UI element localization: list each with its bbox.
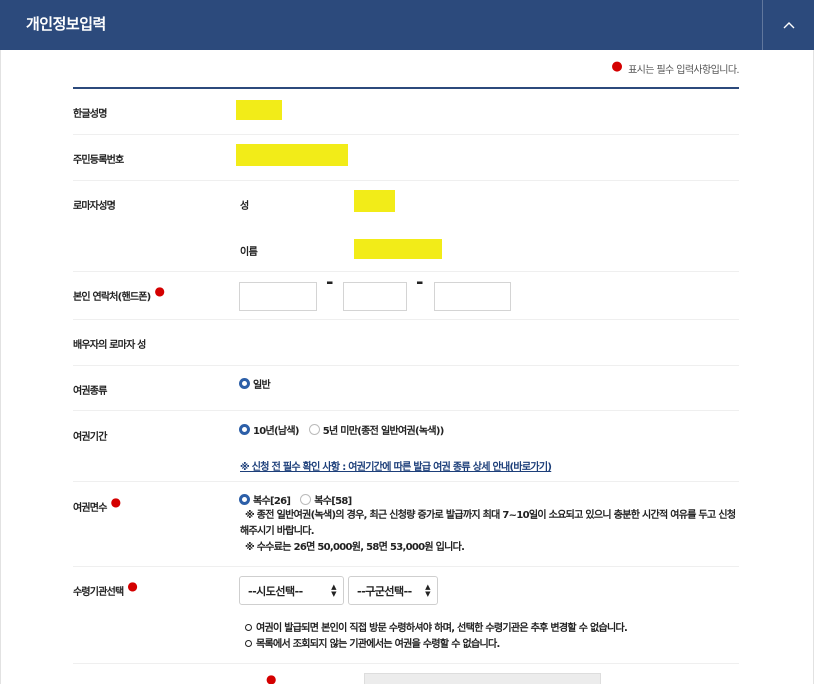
resident-number-label: 주민등록번호 [73, 155, 124, 166]
bullet-circle-icon [245, 624, 252, 631]
row-divider [73, 180, 739, 181]
given-name-label: 이름 [240, 247, 258, 258]
passport-pages-label: 여권면수 ● [73, 495, 121, 514]
passport-period-label: 여권기간 [73, 432, 107, 443]
row-divider [73, 271, 739, 272]
row-divider [73, 663, 739, 664]
required-dot-icon: ● [110, 495, 121, 509]
pages-note-1: ※ 종전 일반여권(녹색)의 경우, 최근 신청량 증가로 발급까지 최대 7~… [240, 510, 736, 537]
phone-part3-input[interactable] [434, 282, 511, 311]
chevron-up-icon [783, 22, 794, 29]
pages-note-2: ※ 수수료는 26면 50,000원, 58면 53,000원 입니다. [245, 542, 465, 553]
select-arrows-icon: ▲ ▼ [425, 583, 430, 598]
radio-pages-26[interactable]: 복수[26] [239, 492, 291, 507]
passport-period-guide-link[interactable]: ※ 신청 전 필수 확인 사항 : 여권기간에 따른 발급 여권 종류 상세 안… [240, 458, 552, 473]
collapse-button[interactable] [762, 0, 814, 50]
spouse-roman-label: 배우자의 로마자 성 [73, 340, 146, 351]
pickup-notes: 여권이 발급되면 본인이 직접 방문 수령하셔야 하며, 선택한 수령기관은 추… [245, 621, 628, 653]
radio-unchecked-icon [308, 424, 320, 435]
radio-unchecked-icon [300, 494, 312, 505]
gugun-select[interactable]: --구군선택-- ▲ ▼ [348, 576, 438, 605]
select-arrows-icon: ▲ ▼ [331, 583, 336, 598]
passport-type-label: 여권종류 [73, 386, 107, 397]
korean-name-value [236, 100, 282, 120]
bullet-circle-icon [245, 640, 252, 647]
radio-checked-icon [239, 424, 250, 435]
radio-checked-icon [239, 378, 250, 389]
passport-pages-notes: ※ 종전 일반여권(녹색)의 경우, 최근 신청량 증가로 발급까지 최대 7~… [240, 508, 740, 556]
next-row-input[interactable] [364, 673, 601, 684]
phone-part1-input[interactable] [239, 282, 317, 311]
radio-under-5-year[interactable]: 5년 미만(종전 일반여권(녹색)) [308, 422, 444, 437]
required-note: ● 표시는 필수 입력사항입니다. [611, 59, 739, 76]
roman-name-label: 로마자성명 [73, 201, 116, 212]
row-divider [73, 319, 739, 320]
required-dot-icon: ● [611, 59, 623, 74]
pickup-office-label: 수령기관선택 ● [73, 579, 138, 598]
passport-period-radio-group: 10년(남색) 5년 미만(종전 일반여권(녹색)) [239, 422, 454, 437]
section-header: 개인정보입력 [0, 0, 814, 50]
sido-select[interactable]: --시도선택-- ▲ ▼ [239, 576, 344, 605]
required-dot-icon: ● [266, 672, 277, 684]
phone-dash: - [416, 272, 424, 293]
phone-part2-input[interactable] [343, 282, 407, 311]
resident-number-value [236, 144, 348, 166]
phone-label: 본인 연락처(핸드폰) ● [73, 284, 165, 303]
pickup-note-1: 여권이 발급되면 본인이 직접 방문 수령하셔야 하며, 선택한 수령기관은 추… [245, 621, 628, 637]
given-name-value [354, 239, 442, 259]
passport-pages-radio-group: 복수[26] 복수[58] [239, 492, 362, 507]
row-divider [73, 481, 739, 482]
passport-type-radio-group: 일반 [239, 376, 280, 391]
radio-checked-icon [239, 494, 250, 505]
row-divider [73, 566, 739, 567]
row-divider [73, 365, 739, 366]
surname-value [354, 190, 395, 212]
radio-10-year[interactable]: 10년(남색) [239, 422, 299, 437]
radio-general[interactable]: 일반 [239, 376, 271, 391]
korean-name-label: 한글성명 [73, 109, 107, 120]
row-divider [73, 134, 739, 135]
phone-dash: - [326, 272, 334, 293]
pickup-note-2: 목록에서 조회되지 않는 기관에서는 여권을 수령할 수 없습니다. [245, 637, 627, 653]
top-divider [73, 87, 739, 89]
radio-pages-58[interactable]: 복수[58] [300, 492, 352, 507]
section-title: 개인정보입력 [26, 15, 106, 33]
required-dot-icon: ● [154, 284, 165, 298]
required-dot-icon: ● [127, 579, 138, 593]
surname-label: 성 [240, 201, 249, 212]
row-divider [73, 410, 739, 411]
